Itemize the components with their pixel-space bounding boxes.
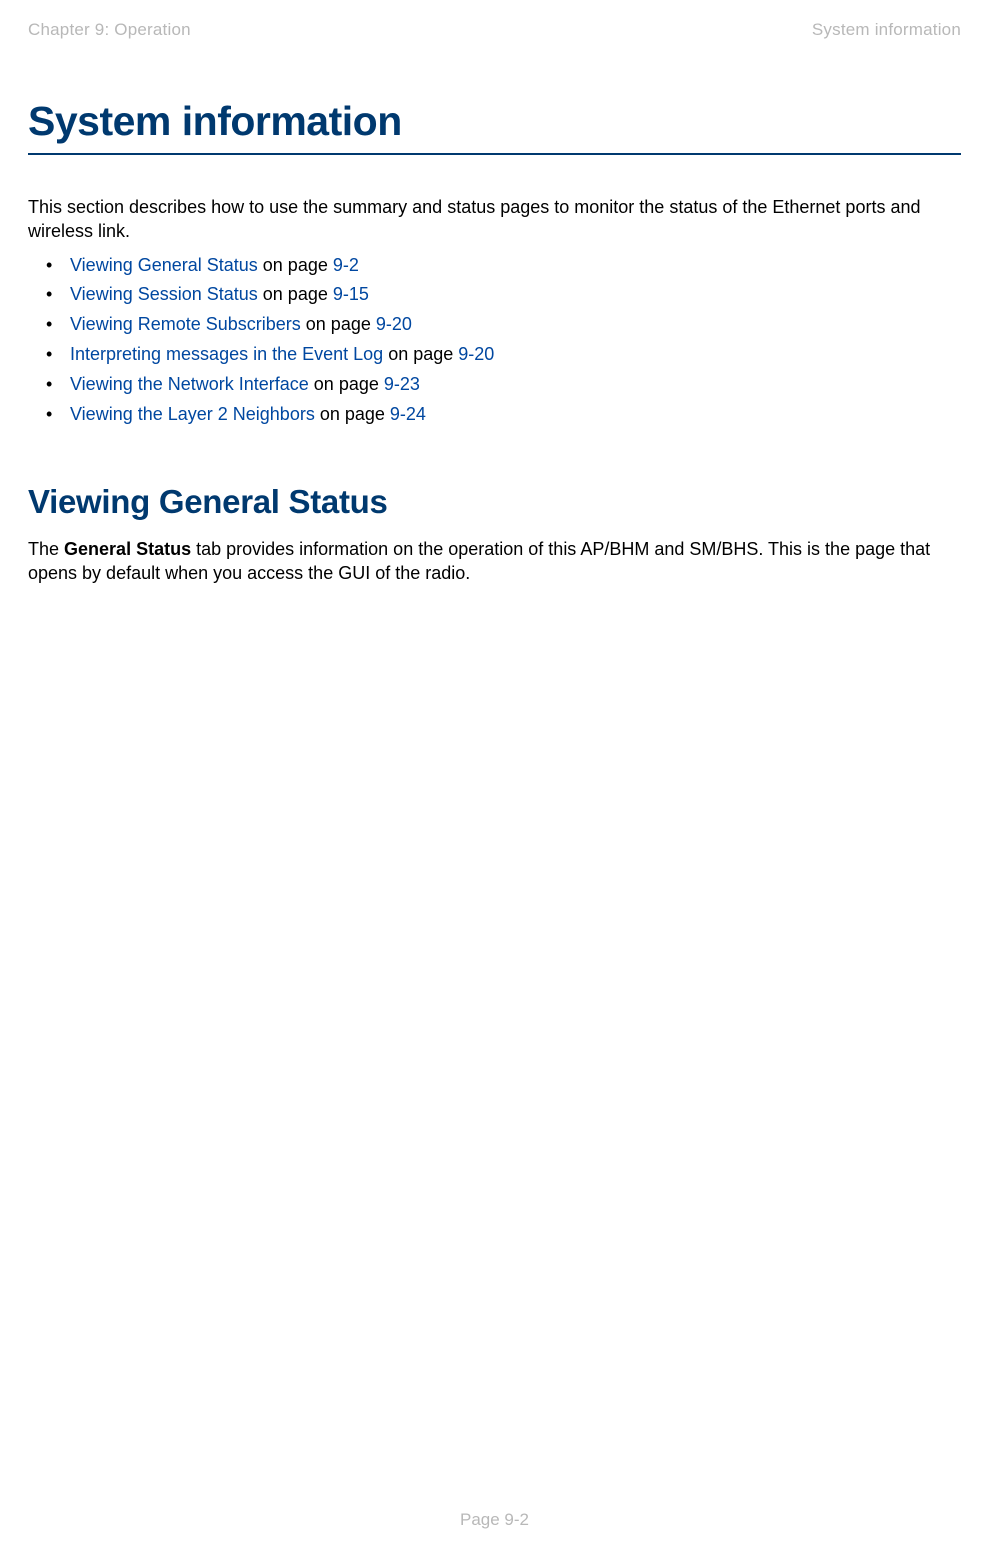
running-header: Chapter 9: Operation System information xyxy=(28,20,961,40)
header-left: Chapter 9: Operation xyxy=(28,20,191,40)
toc-item: Interpreting messages in the Event Log o… xyxy=(46,341,961,369)
toc-page[interactable]: 9-23 xyxy=(384,374,420,394)
header-right: System information xyxy=(812,20,961,40)
toc-link[interactable]: Viewing Session Status xyxy=(70,284,258,304)
toc-mid: on page xyxy=(383,344,458,364)
toc-link[interactable]: Viewing General Status xyxy=(70,255,258,275)
body-lead: The xyxy=(28,539,64,559)
toc-mid: on page xyxy=(258,255,333,275)
body-paragraph: The General Status tab provides informat… xyxy=(28,537,961,586)
page-footer: Page 9-2 xyxy=(0,1510,989,1530)
body-bold: General Status xyxy=(64,539,191,559)
toc-item: Viewing General Status on page 9-2 xyxy=(46,252,961,280)
section-title-h2: Viewing General Status xyxy=(28,483,961,521)
toc-page[interactable]: 9-24 xyxy=(390,404,426,424)
toc-item: Viewing the Network Interface on page 9-… xyxy=(46,371,961,399)
toc-link[interactable]: Viewing Remote Subscribers xyxy=(70,314,301,334)
page: Chapter 9: Operation System information … xyxy=(0,0,989,1556)
toc-mid: on page xyxy=(309,374,384,394)
toc-page[interactable]: 9-2 xyxy=(333,255,359,275)
toc-item: Viewing Remote Subscribers on page 9-20 xyxy=(46,311,961,339)
toc-item: Viewing the Layer 2 Neighbors on page 9-… xyxy=(46,401,961,429)
toc-page[interactable]: 9-20 xyxy=(376,314,412,334)
toc-link[interactable]: Viewing the Layer 2 Neighbors xyxy=(70,404,315,424)
toc-item: Viewing Session Status on page 9-15 xyxy=(46,281,961,309)
intro-paragraph: This section describes how to use the su… xyxy=(28,195,961,244)
toc-mid: on page xyxy=(258,284,333,304)
page-title-h1: System information xyxy=(28,98,961,155)
toc-mid: on page xyxy=(301,314,376,334)
toc-page[interactable]: 9-15 xyxy=(333,284,369,304)
toc-link[interactable]: Viewing the Network Interface xyxy=(70,374,309,394)
toc-list: Viewing General Status on page 9-2 Viewi… xyxy=(28,252,961,429)
toc-page[interactable]: 9-20 xyxy=(458,344,494,364)
toc-link[interactable]: Interpreting messages in the Event Log xyxy=(70,344,383,364)
toc-mid: on page xyxy=(315,404,390,424)
